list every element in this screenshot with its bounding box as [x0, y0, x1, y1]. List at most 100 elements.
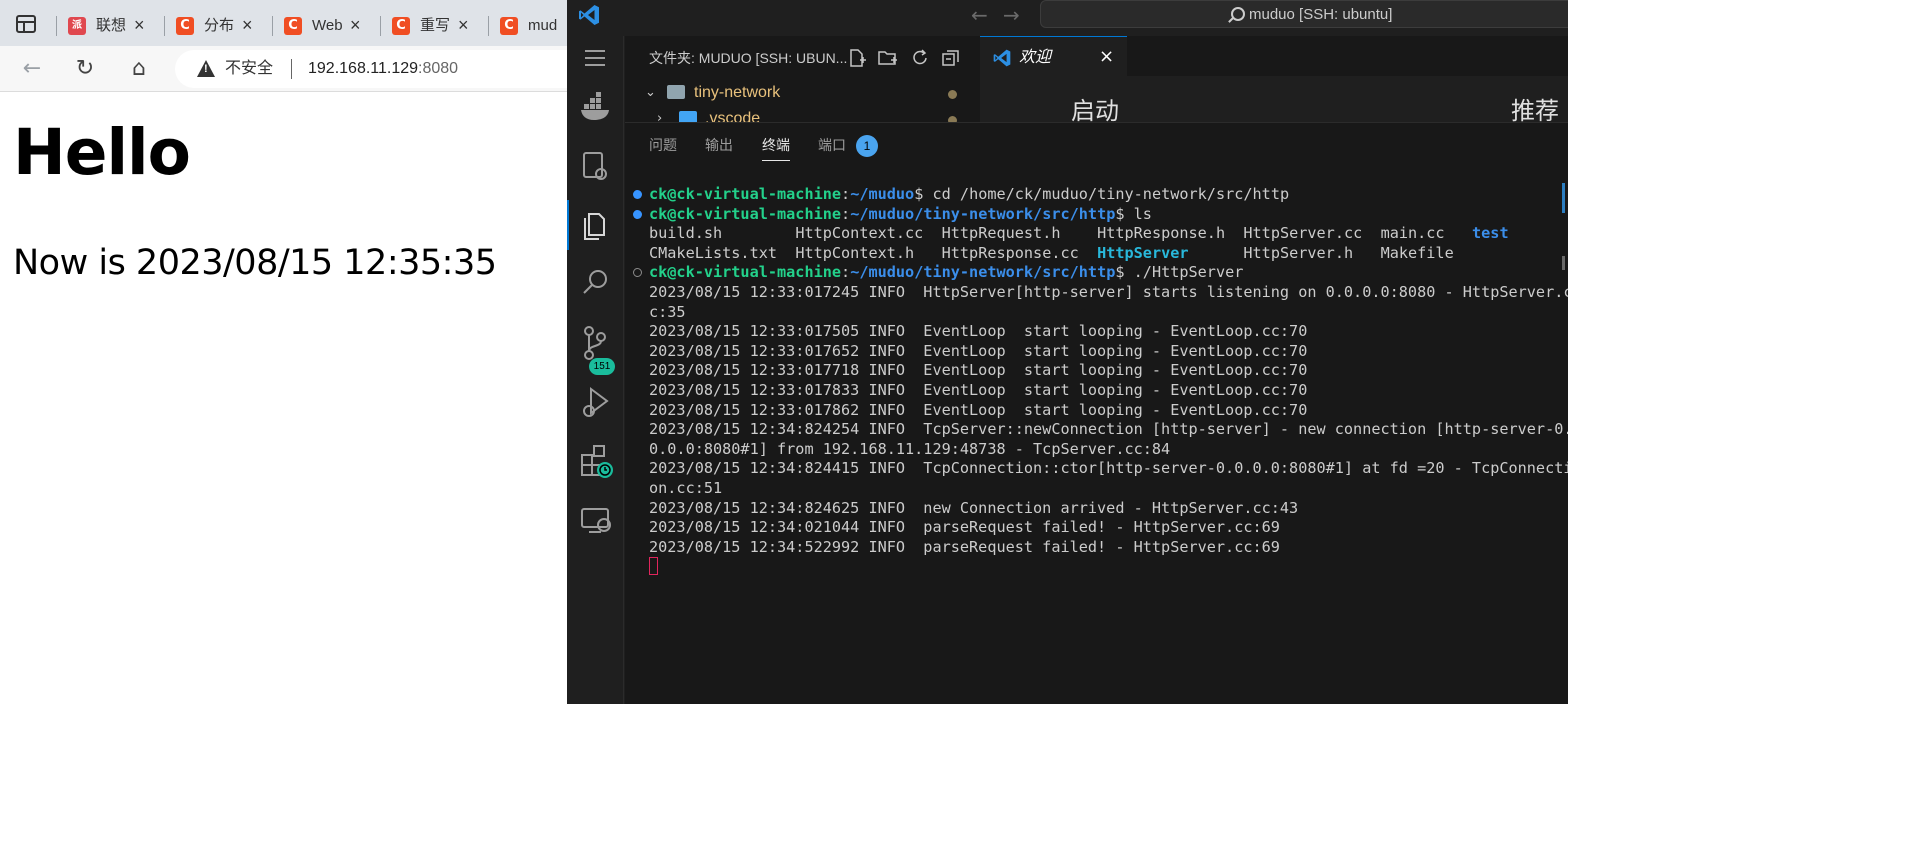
prompt-user: ck@ck-virtual-machine — [649, 263, 842, 282]
chevron-down-icon[interactable]: ⌄ — [645, 84, 656, 102]
ls-entry-directory: test — [1472, 224, 1509, 243]
close-icon[interactable]: × — [1099, 46, 1114, 68]
remote-window-icon[interactable] — [567, 495, 624, 545]
terminal-scrollbar-marker[interactable] — [1562, 256, 1565, 270]
explorer-title: 文件夹: MUDUO [SSH: UBUN... — [649, 50, 848, 66]
browser-tab[interactable]: 派 联想 × — [56, 8, 164, 44]
search-view-icon[interactable] — [567, 259, 624, 309]
prompt-path: ~/muduo — [850, 185, 915, 203]
remote-explorer-icon[interactable] — [567, 141, 624, 191]
log-line: 2023/08/15 12:34:021044 INFO parseReques… — [649, 518, 1280, 537]
new-folder-icon[interactable] — [877, 47, 899, 69]
terminal-scrollbar-marker[interactable] — [1562, 183, 1565, 213]
tab-close-icon[interactable]: × — [458, 15, 469, 35]
address-bar[interactable]: 不安全 192.168.11.129:8080 — [175, 50, 567, 88]
tab-separator — [164, 16, 165, 36]
csdn-favicon-icon: C — [176, 17, 194, 35]
command-success-icon — [633, 190, 642, 199]
ls-entry: HttpRequest.h — [941, 224, 1061, 243]
browser-tab[interactable]: C 分布 × — [164, 8, 272, 44]
tab-separator — [380, 16, 381, 36]
home-icon[interactable]: ⌂ — [125, 55, 153, 83]
tab-problems[interactable]: 问题 — [649, 136, 677, 154]
new-file-icon[interactable] — [846, 47, 868, 69]
browser-tab-strip: 派 联想 × C 分布 × C Web × C 重写 × C mud — [0, 0, 567, 46]
log-line: on.cc:51 — [649, 478, 723, 497]
browser-tab[interactable]: C Web × — [272, 8, 380, 44]
collapse-all-icon[interactable] — [940, 47, 962, 69]
log-line: 2023/08/15 12:33:017718 INFO EventLoop s… — [649, 361, 1308, 380]
back-arrow-icon[interactable]: ← — [18, 55, 46, 83]
tab-ports[interactable]: 端口 — [818, 136, 846, 154]
prompt-user: ck@ck-virtual-machine — [649, 204, 842, 223]
tab-actions-icon[interactable] — [16, 15, 36, 33]
url-text[interactable]: 192.168.11.129:8080 — [308, 60, 458, 78]
tab-close-icon[interactable]: × — [134, 15, 145, 35]
csdn-favicon-icon: C — [500, 17, 518, 35]
ls-entry: HttpContext.h — [795, 243, 915, 262]
docker-icon[interactable] — [567, 82, 624, 132]
ports-badge: 1 — [856, 135, 878, 157]
cursor-line — [625, 557, 1565, 577]
explorer-icon[interactable] — [567, 200, 624, 250]
tab-close-icon[interactable]: × — [350, 15, 361, 35]
browser-window: 派 联想 × C 分布 × C Web × C 重写 × C mud ← ↻ ⌂… — [0, 0, 567, 704]
url-host: 192.168.11.129 — [308, 60, 419, 77]
log-line: 2023/08/15 12:34:824415 INFO TcpConnecti… — [649, 459, 1568, 478]
vscode-logo-icon — [579, 5, 599, 25]
terminal-prompt-line: ck@ck-virtual-machine:~/muduo/tiny-netwo… — [625, 263, 1565, 283]
terminal-cursor[interactable] — [649, 557, 658, 576]
tree-item-tiny-network[interactable]: ⌄ tiny-network — [625, 82, 980, 104]
prompt-command: cd /home/ck/muduo/tiny-network/src/http — [923, 185, 1290, 203]
log-line: c:35 — [649, 302, 686, 321]
tab-title: Web — [312, 17, 342, 34]
tab-close-icon[interactable]: × — [242, 15, 253, 35]
source-control-badge: 151 — [589, 358, 615, 375]
csdn-favicon-icon: C — [284, 17, 302, 35]
run-debug-icon[interactable] — [567, 377, 624, 427]
warning-icon[interactable] — [197, 60, 215, 77]
tab-terminal[interactable]: 终端 — [762, 136, 790, 161]
ls-entry: HttpServer.cc — [1243, 224, 1363, 243]
log-line: 2023/08/15 12:33:017862 INFO EventLoop s… — [649, 400, 1308, 419]
search-icon — [1231, 7, 1245, 21]
log-line: 2023/08/15 12:34:824625 INFO new Connect… — [649, 498, 1299, 517]
reload-icon[interactable]: ↻ — [71, 55, 99, 83]
ls-entry-executable: HttpServer — [1097, 243, 1189, 262]
page-heading: Hello — [13, 116, 191, 189]
ls-entry: HttpServer.h — [1243, 243, 1354, 262]
security-label[interactable]: 不安全 — [225, 60, 273, 78]
menu-icon[interactable] — [567, 36, 624, 86]
prompt-path: ~/muduo/tiny-network/src/http — [850, 263, 1116, 282]
prompt-command: ls — [1124, 204, 1152, 223]
ls-output-row: build.sh HttpContext.cc HttpRequest.h Ht… — [625, 224, 1565, 244]
log-line: 2023/08/15 12:34:522992 INFO parseReques… — [649, 537, 1280, 556]
command-success-icon — [633, 209, 642, 219]
nav-back-icon[interactable]: ← — [971, 3, 988, 27]
browser-tab[interactable]: C 重写 × — [380, 8, 488, 44]
nav-forward-icon[interactable]: → — [1003, 3, 1020, 27]
ls-entry: Makefile — [1380, 243, 1454, 262]
tab-welcome[interactable]: 欢迎 × — [980, 36, 1127, 78]
refresh-icon[interactable] — [909, 47, 931, 69]
page-paragraph: Now is 2023/08/15 12:35:35 — [13, 243, 497, 283]
tab-label: 欢迎 — [1019, 49, 1052, 66]
terminal-prompt-line: ck@ck-virtual-machine:~/muduo/tiny-netwo… — [625, 205, 1565, 225]
tab-title: 分布 — [204, 17, 234, 34]
activity-bar: 151 — [567, 36, 624, 704]
terminal-output[interactable]: ck@ck-virtual-machine:~/muduo$ cd /home/… — [625, 185, 1568, 577]
editor-area: 欢迎 × 启动 推荐 — [980, 36, 1568, 125]
ls-entry: CMakeLists.txt — [649, 243, 778, 262]
ls-entry: HttpContext.cc — [795, 224, 924, 243]
log-line: 2023/08/15 12:33:017245 INFO HttpServer[… — [649, 282, 1568, 301]
extensions-icon[interactable] — [567, 436, 624, 486]
tab-output[interactable]: 输出 — [705, 136, 733, 154]
url-port: :8080 — [418, 60, 459, 77]
browser-tab-active[interactable]: C mud — [488, 8, 567, 44]
prompt-user: ck@ck-virtual-machine — [649, 185, 842, 203]
tab-separator — [488, 16, 489, 36]
prompt-path: ~/muduo/tiny-network/src/http — [850, 204, 1116, 223]
command-running-icon — [633, 268, 642, 278]
command-center[interactable]: muduo [SSH: ubuntu] — [1040, 0, 1568, 28]
browser-toolbar: ← ↻ ⌂ 不安全 192.168.11.129:8080 — [0, 46, 567, 92]
